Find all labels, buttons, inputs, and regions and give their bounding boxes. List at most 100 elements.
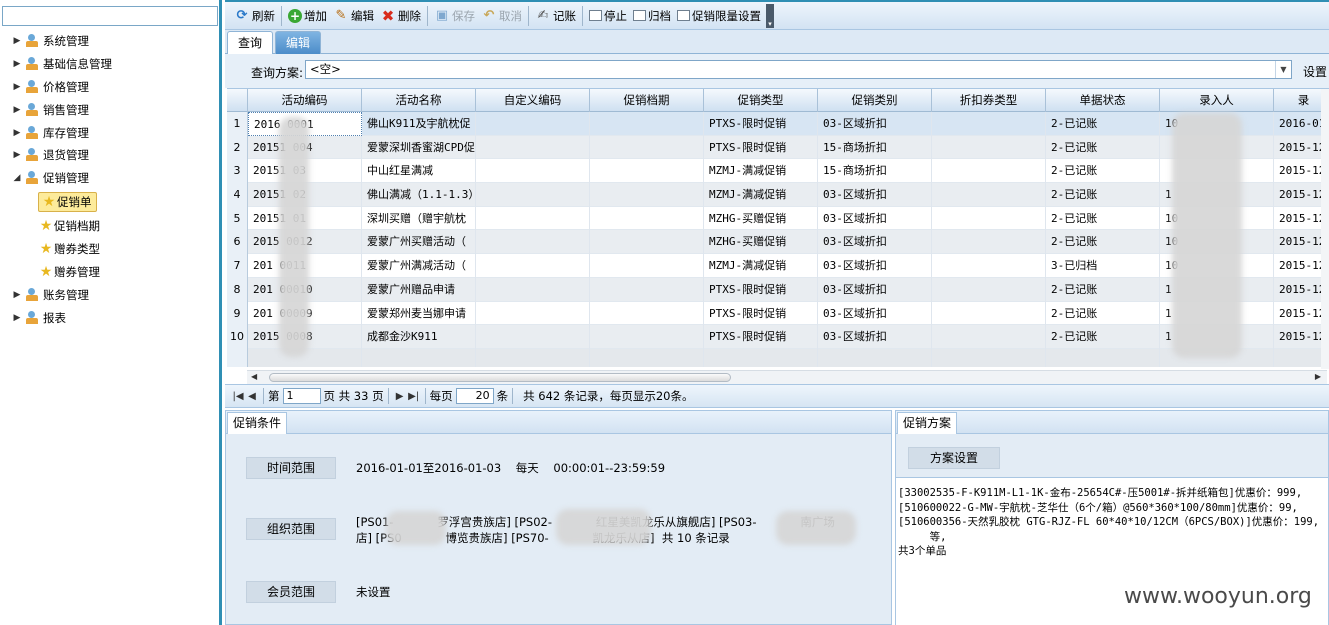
table-cell[interactable]: 03-区域折扣	[818, 325, 932, 349]
sidebar-item[interactable]: ▶ 价格管理	[0, 76, 218, 99]
table-cell[interactable]: 爱蒙广州满减活动（	[362, 254, 476, 278]
limit-settings-button[interactable]: 促销限量设置	[674, 5, 764, 27]
column-header[interactable]: 促销类别	[818, 89, 932, 112]
table-cell[interactable]: 2-已记账	[1046, 325, 1160, 349]
caret-right-icon[interactable]: ▶	[12, 128, 22, 138]
scroll-right-icon[interactable]: ▶	[1315, 372, 1321, 381]
table-row[interactable]: 7201 0011爱蒙广州满减活动（MZMJ-满减促销03-区域折扣3-已归档1…	[227, 254, 1329, 278]
table-cell[interactable]	[476, 206, 590, 231]
column-header[interactable]: 促销类型	[704, 89, 818, 112]
table-row[interactable]: 8201 00010爱蒙广州赠品申请PTXS-限时促销03-区域折扣2-已记账1…	[227, 277, 1329, 302]
query-scheme-select[interactable]: <空> ▼	[305, 60, 1292, 79]
sidebar-item[interactable]: ▶ 退货管理	[0, 144, 218, 167]
table-cell[interactable]: PTXS-限时促销	[704, 277, 818, 302]
table-cell[interactable]: 03-区域折扣	[818, 230, 932, 255]
tree-search-input[interactable]	[2, 6, 218, 26]
next-page-icon[interactable]: ▶	[393, 391, 407, 402]
tab-edit[interactable]: 编辑	[275, 31, 322, 54]
table-row[interactable]: 220151 004爱蒙深圳香蜜湖CPD促PTXS-限时促销15-商场折扣2-已…	[227, 135, 1329, 160]
table-cell[interactable]: 3-已归档	[1046, 254, 1160, 278]
sidebar-item[interactable]: ▶ 基础信息管理	[0, 53, 218, 76]
table-cell[interactable]	[932, 159, 1046, 184]
delete-button[interactable]: ✖ 删除	[377, 5, 424, 27]
table-cell[interactable]	[590, 206, 704, 231]
page-number-input[interactable]: 1	[282, 388, 321, 404]
last-page-icon[interactable]: ▶|	[407, 391, 421, 402]
scrollbar-thumb[interactable]	[269, 373, 731, 382]
archive-button[interactable]: 归档	[630, 5, 674, 27]
table-cell[interactable]: PTXS-限时促销	[704, 301, 818, 326]
edit-button[interactable]: ✎ 编辑	[330, 5, 377, 27]
table-cell[interactable]: 成都金沙K911	[362, 325, 476, 349]
table-cell[interactable]	[932, 135, 1046, 160]
table-cell[interactable]	[476, 277, 590, 302]
table-row[interactable]: 102015 0008成都金沙K911PTXS-限时促销03-区域折扣2-已记账…	[227, 325, 1329, 349]
table-cell[interactable]: 爱蒙深圳香蜜湖CPD促	[362, 135, 476, 160]
table-cell[interactable]: 2-已记账	[1046, 183, 1160, 207]
column-header[interactable]: 活动编码	[248, 89, 362, 112]
table-cell[interactable]	[476, 159, 590, 184]
sidebar-subitem[interactable]: ★ 促销单	[0, 190, 218, 215]
caret-right-icon[interactable]: ▶	[12, 150, 22, 160]
table-cell[interactable]	[932, 206, 1046, 231]
table-cell[interactable]: MZHG-买赠促销	[704, 206, 818, 231]
caret-right-icon[interactable]: ▶	[12, 313, 22, 323]
table-cell[interactable]: 03-区域折扣	[818, 206, 932, 231]
sidebar-item[interactable]: ▶ 系统管理	[0, 30, 218, 53]
sidebar-item[interactable]: ▶ 库存管理	[0, 121, 218, 144]
scroll-left-icon[interactable]: ◀	[251, 372, 257, 381]
column-header[interactable]: 促销档期	[590, 89, 704, 112]
column-header[interactable]: 自定义编码	[476, 89, 590, 112]
table-cell[interactable]	[590, 112, 704, 136]
post-button[interactable]: ✍ 记账	[532, 5, 579, 27]
table-cell[interactable]	[476, 254, 590, 278]
table-row[interactable]: 320151 03中山红星满减MZMJ-满减促销15-商场折扣2-已记账 201…	[227, 159, 1329, 184]
vertical-scrollbar[interactable]	[1321, 89, 1329, 369]
table-cell[interactable]	[476, 183, 590, 207]
table-cell[interactable]: 爱蒙广州赠品申请	[362, 277, 476, 302]
table-cell[interactable]: PTXS-限时促销	[704, 135, 818, 160]
sidebar-item[interactable]: ◢ 促销管理	[0, 167, 218, 190]
toolbar-overflow-handle[interactable]: ▾	[766, 3, 774, 28]
sidebar-subitem[interactable]: ★ 促销档期	[0, 215, 218, 238]
table-cell[interactable]: 佛山满减（1.1-1.3）	[362, 183, 476, 207]
table-cell[interactable]: 03-区域折扣	[818, 301, 932, 326]
table-row[interactable]: 12016 0001佛山K911及宇航枕促PTXS-限时促销03-区域折扣2-已…	[227, 112, 1329, 136]
chevron-down-icon[interactable]: ▼	[1275, 61, 1291, 78]
table-cell[interactable]: 2-已记账	[1046, 230, 1160, 255]
table-cell[interactable]	[590, 183, 704, 207]
horizontal-scrollbar[interactable]: ◀ ▶	[247, 370, 1327, 384]
scheme-settings-link[interactable]: 设置	[1303, 63, 1327, 80]
table-cell[interactable]	[932, 254, 1046, 278]
stop-button[interactable]: 停止	[586, 5, 630, 27]
save-button[interactable]: ▣ 保存	[431, 5, 478, 27]
table-cell[interactable]	[476, 135, 590, 160]
table-cell[interactable]: 2-已记账	[1046, 112, 1160, 136]
previous-page-icon[interactable]: ◀	[245, 391, 259, 402]
table-cell[interactable]: 佛山K911及宇航枕促	[362, 112, 476, 136]
sidebar-subitem[interactable]: ★ 赠券管理	[0, 261, 218, 284]
table-cell[interactable]: PTXS-限时促销	[704, 325, 818, 349]
sidebar-item[interactable]: ▶ 账务管理	[0, 284, 218, 307]
sidebar-item[interactable]: ▶ 销售管理	[0, 98, 218, 121]
table-cell[interactable]	[590, 159, 704, 184]
caret-right-icon[interactable]: ▶	[12, 82, 22, 92]
tab-query[interactable]: 查询	[227, 31, 274, 55]
caret-right-icon[interactable]: ▶	[12, 290, 22, 300]
table-row[interactable]: 520151 01深圳买赠（赠宇航枕MZHG-买赠促销03-区域折扣2-已记账1…	[227, 206, 1329, 231]
table-cell[interactable]	[476, 301, 590, 326]
first-page-icon[interactable]: |◀	[231, 391, 245, 402]
table-cell[interactable]: 中山红星满减	[362, 159, 476, 184]
refresh-button[interactable]: ⟳ 刷新	[231, 5, 278, 27]
plan-settings-button[interactable]: 方案设置	[908, 447, 1000, 469]
table-row[interactable]: 9201 00009爱蒙郑州麦当娜申请PTXS-限时促销03-区域折扣2-已记账…	[227, 301, 1329, 326]
table-cell[interactable]: 03-区域折扣	[818, 112, 932, 136]
table-cell[interactable]: MZMJ-满减促销	[704, 159, 818, 184]
column-header[interactable]: 活动名称	[362, 89, 476, 112]
table-cell[interactable]	[590, 277, 704, 302]
table-row[interactable]: 62015 0012爱蒙广州买赠活动（MZHG-买赠促销03-区域折扣2-已记账…	[227, 230, 1329, 255]
table-cell[interactable]	[932, 301, 1046, 326]
table-cell[interactable]	[590, 301, 704, 326]
table-cell[interactable]: 15-商场折扣	[818, 159, 932, 184]
caret-right-icon[interactable]: ▶	[12, 105, 22, 115]
